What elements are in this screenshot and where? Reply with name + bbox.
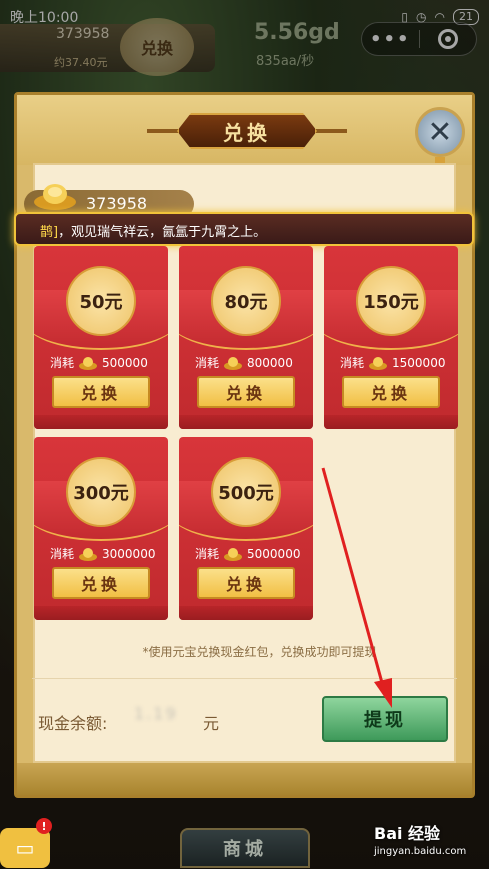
chat-button[interactable]: ▭ (0, 828, 50, 868)
announcement-body: ，观见瑞气祥云，氤氲于九霄之上。 (58, 225, 267, 240)
redpacket-cost: 消耗 5000000 (195, 546, 301, 562)
gold-ingot-icon (224, 547, 243, 561)
divider (32, 678, 457, 679)
exchange-button[interactable]: 兑换 (342, 376, 440, 408)
exchange-button[interactable]: 兑换 (197, 376, 295, 408)
gold-ingot-icon (79, 547, 98, 561)
exchange-hint: *使用元宝兑换现金红包，兑换成功即可提现 (142, 645, 377, 659)
shop-tab[interactable]: 商城 (180, 828, 310, 868)
close-icon: ✕ (427, 114, 453, 150)
announcement-highlight: 鹊] (40, 225, 59, 240)
exchange-button[interactable]: 兑换 (52, 376, 150, 408)
redpacket-amount: 50元 (66, 266, 136, 336)
redpacket-card-500: 500元 消耗 5000000 兑换 (179, 437, 313, 620)
gold-balance: 373958 (86, 194, 148, 213)
exchange-button[interactable]: 兑换 (197, 567, 295, 599)
cash-balance-label: 现金余额: (38, 714, 108, 733)
cash-balance-value: 1.19 (134, 704, 178, 723)
redpacket-card-50: 50元 消耗 500000 兑换 (34, 246, 168, 429)
redpacket-card-80: 80元 消耗 800000 兑换 (179, 246, 313, 429)
redpacket-card-300: 300元 消耗 3000000 兑换 (34, 437, 168, 620)
gold-ingot-icon (79, 356, 98, 370)
redpacket-cost: 消耗 3000000 (50, 546, 156, 562)
gold-ingot-icon (34, 184, 76, 210)
gold-ingot-icon (369, 356, 388, 370)
exchange-button[interactable]: 兑换 (52, 567, 150, 599)
modal-footer-bar (17, 763, 472, 795)
announcement-text: 鹊]，观见瑞气祥云，氤氲于九霄之上。 (40, 221, 266, 240)
redpacket-card-150: 150元 消耗 1500000 兑换 (324, 246, 458, 429)
redpacket-amount: 300元 (66, 457, 136, 527)
watermark-logo: Bai 经验 (374, 824, 441, 843)
redpacket-amount: 500元 (211, 457, 281, 527)
redpacket-amount: 150元 (356, 266, 426, 336)
withdraw-button[interactable]: 提现 (322, 696, 448, 742)
close-button[interactable]: ✕ (415, 107, 465, 157)
announcement-marquee: 鹊]，观见瑞气祥云，氤氲于九霄之上。 (14, 212, 474, 246)
cash-balance-unit: 元 (203, 714, 220, 733)
notification-badge: ! (36, 818, 52, 834)
modal-title: 兑换 (177, 113, 317, 149)
chat-icon: ▭ (15, 836, 35, 860)
redpacket-cost: 消耗 800000 (195, 355, 293, 371)
redpacket-amount: 80元 (211, 266, 281, 336)
gold-ingot-icon (224, 356, 243, 370)
redpacket-cost: 消耗 500000 (50, 355, 148, 371)
watermark-url: jingyan.baidu.com (374, 846, 467, 857)
redpacket-cost: 消耗 1500000 (340, 355, 446, 371)
